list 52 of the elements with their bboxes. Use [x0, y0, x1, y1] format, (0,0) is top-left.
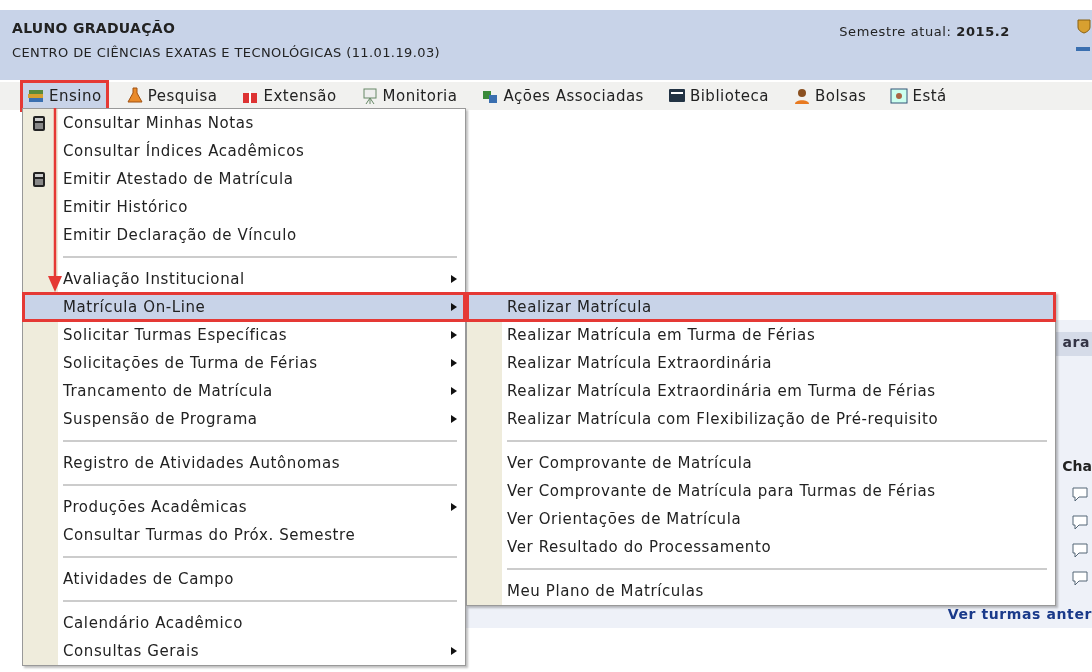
previous-classes-link[interactable]: Ver turmas anter — [947, 604, 1092, 625]
menu-item[interactable]: Atividades de Campo — [23, 565, 465, 593]
speech-bubble-icon — [1072, 570, 1088, 586]
user-name: ALUNO GRADUAÇÃO — [12, 19, 177, 38]
person-icon — [792, 87, 811, 105]
unit-name: CENTRO DE CIÊNCIAS EXATAS E TECNOLÓGICAS (11.01.19.03) — [12, 44, 441, 62]
menu-item[interactable]: Avaliação Institucional — [23, 265, 465, 293]
menu-item[interactable]: Realizar Matrícula com Flexibilização de Pré-requisito — [467, 405, 1055, 433]
menu-item[interactable]: Ver Orientações de Matrícula — [467, 505, 1055, 533]
menu-item[interactable]: Consultar Turmas do Próx. Semestre — [23, 521, 465, 549]
menu-item[interactable]: Consultas Gerais — [23, 637, 465, 665]
menu-item[interactable]: Registro de Atividades Autônomas — [23, 449, 465, 477]
menu-item[interactable]: Ver Resultado do Processamento — [467, 533, 1055, 561]
submenu-arrow-icon — [451, 303, 457, 311]
id-card-icon — [890, 87, 909, 105]
speech-bubble-icon — [1072, 514, 1088, 530]
menu-item[interactable]: Emitir Atestado de Matrícula — [23, 165, 465, 193]
section-heading: Cha — [1062, 457, 1092, 476]
submenu-arrow-icon — [451, 387, 457, 395]
menu-item[interactable]: Suspensão de Programa — [23, 405, 465, 433]
submenu-arrow-icon — [451, 647, 457, 655]
submenu-arrow-icon — [451, 415, 457, 423]
menu-item[interactable]: Matrícula On-Line — [23, 293, 465, 321]
menu-item[interactable]: Ver Comprovante de Matrícula — [467, 449, 1055, 477]
menu-tab[interactable]: Biblioteca — [660, 79, 776, 113]
shield-icon — [1076, 18, 1092, 34]
book-stack-icon — [27, 87, 45, 105]
semester-text: Semestre atual: 2015.2 — [839, 23, 1010, 41]
submenu-arrow-icon — [451, 503, 457, 511]
menu-item[interactable]: Realizar Matrícula Extraordinária em Turma de Férias — [467, 377, 1055, 405]
menu-tab[interactable]: Ações Associadas — [474, 79, 651, 113]
menu-item[interactable]: Consultar Índices Acadêmicos — [23, 137, 465, 165]
submenu-arrow-icon — [451, 331, 457, 339]
menu-item[interactable]: Emitir Declaração de Vínculo — [23, 221, 465, 249]
menu-item[interactable]: Solicitações de Turma de Férias — [23, 349, 465, 377]
flask-icon — [125, 87, 144, 105]
submenu-arrow-icon — [451, 359, 457, 367]
menu-item[interactable]: Meu Plano de Matrículas — [467, 577, 1055, 605]
speech-bubble-icon — [1072, 486, 1088, 502]
menu-item[interactable]: Trancamento de Matrícula — [23, 377, 465, 405]
menu-item[interactable]: Emitir Histórico — [23, 193, 465, 221]
menu-tab[interactable]: Bolsas — [785, 79, 874, 113]
menu-item[interactable]: Produções Acadêmicas — [23, 493, 465, 521]
book-icon — [667, 87, 686, 105]
menu-tab[interactable]: Está — [883, 79, 954, 113]
speech-bubble-icon — [1072, 542, 1088, 558]
menu-item[interactable]: Realizar Matrícula — [467, 293, 1055, 321]
menu-item[interactable]: Calendário Acadêmico — [23, 609, 465, 637]
submenu-arrow-icon — [451, 275, 457, 283]
easel-icon — [360, 87, 379, 105]
menu-item[interactable]: Ver Comprovante de Matrícula para Turmas de Férias — [467, 477, 1055, 505]
menu-item[interactable]: Solicitar Turmas Específicas — [23, 321, 465, 349]
